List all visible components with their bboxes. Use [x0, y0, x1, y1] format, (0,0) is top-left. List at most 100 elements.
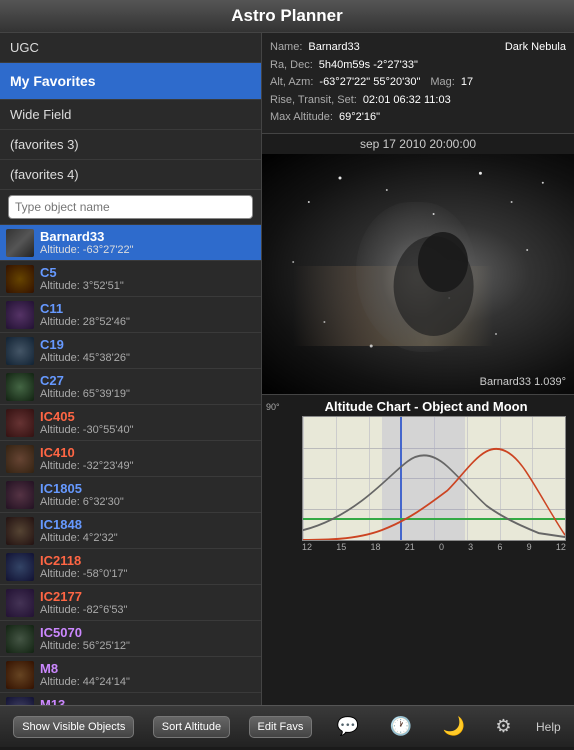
sort-altitude-button[interactable]: Sort Altitude — [153, 716, 230, 738]
object-name: C27 — [40, 373, 130, 388]
chart-curves — [303, 417, 565, 540]
sidebar-group-ugc: UGC — [0, 33, 261, 63]
edit-favs-button[interactable]: Edit Favs — [249, 716, 313, 738]
object-altitude: Altitude: 65°39'19" — [40, 388, 130, 400]
object-thumbnail — [6, 409, 34, 437]
chart-area — [302, 416, 566, 541]
object-thumbnail — [6, 373, 34, 401]
object-info: C27Altitude: 65°39'19" — [40, 373, 130, 400]
list-item[interactable]: IC2118Altitude: -58°0'17" — [0, 549, 261, 585]
list-item[interactable]: C11Altitude: 28°52'46" — [0, 297, 261, 333]
chart-x-labels: 12 15 18 21 0 3 6 9 12 — [302, 541, 566, 553]
name-value: Barnard33 — [308, 39, 359, 57]
object-thumbnail — [6, 589, 34, 617]
object-info: Barnard33Altitude: -63°27'22" — [40, 229, 134, 256]
object-info: IC410Altitude: -32°23'49" — [40, 445, 134, 472]
list-item[interactable]: IC2177Altitude: -82°6'53" — [0, 585, 261, 621]
object-thumbnail — [6, 625, 34, 653]
list-item[interactable]: C5Altitude: 3°52'51" — [0, 261, 261, 297]
list-item[interactable]: Barnard33Altitude: -63°27'22" — [0, 225, 261, 261]
object-info: IC2177Altitude: -82°6'53" — [40, 589, 127, 616]
chart-title: Altitude Chart - Object and Moon — [280, 395, 536, 416]
object-altitude: Altitude: -32°23'49" — [40, 460, 134, 472]
altazm-row: Alt, Azm: -63°27'22" 55°20'30" Mag: 17 — [270, 74, 566, 92]
object-name: C5 — [40, 265, 124, 280]
list-item[interactable]: IC1848Altitude: 4°2'32" — [0, 513, 261, 549]
object-altitude: Altitude: 3°52'51" — [40, 280, 124, 292]
object-name: C11 — [40, 301, 130, 316]
name-row: Name: Barnard33 Dark Nebula — [270, 39, 566, 57]
object-info: M13Altitude: 53°21'22" — [40, 697, 130, 705]
object-altitude: Altitude: -30°55'40" — [40, 424, 134, 436]
datetime-label: sep 17 2010 20:00:00 — [262, 134, 574, 154]
object-name: Barnard33 — [40, 229, 134, 244]
object-name: IC410 — [40, 445, 134, 460]
object-thumbnail — [6, 337, 34, 365]
chat-icon-button[interactable]: 💬 — [331, 712, 365, 741]
object-name: IC1848 — [40, 517, 118, 532]
object-thumbnail — [6, 265, 34, 293]
chart-y-label: 90° — [266, 402, 280, 412]
sidebar-item-favorites3[interactable]: (favorites 3) — [0, 130, 261, 160]
object-name: M13 — [40, 697, 130, 705]
object-thumbnail — [6, 517, 34, 545]
search-input[interactable] — [8, 195, 253, 219]
sidebar-item-my-favorites[interactable]: My Favorites — [0, 63, 261, 100]
radec-value: 5h40m59s -2°27'33" — [319, 57, 418, 75]
help-button[interactable]: Help — [536, 720, 561, 734]
object-altitude: Altitude: 44°24'14" — [40, 676, 130, 688]
object-name: IC2118 — [40, 553, 127, 568]
list-item[interactable]: IC5070Altitude: 56°25'12" — [0, 621, 261, 657]
list-item[interactable]: C27Altitude: 65°39'19" — [0, 369, 261, 405]
object-altitude: Altitude: -63°27'22" — [40, 244, 134, 256]
sidebar-item-wide-field[interactable]: Wide Field — [0, 100, 261, 130]
rise-row: Rise, Transit, Set: 02:01 06:32 11:03 — [270, 92, 566, 110]
object-thumbnail — [6, 481, 34, 509]
object-info: IC1848Altitude: 4°2'32" — [40, 517, 118, 544]
object-altitude: Altitude: 6°32'30" — [40, 496, 124, 508]
list-item[interactable]: M13Altitude: 53°21'22" — [0, 693, 261, 705]
object-thumbnail — [6, 229, 34, 257]
grid-v-8 — [565, 417, 566, 540]
stars-overlay — [262, 154, 574, 394]
type-value: Dark Nebula — [505, 39, 566, 57]
clock-icon-button[interactable]: 🕐 — [384, 712, 418, 741]
radec-label: Ra, Dec: — [270, 57, 313, 75]
object-info: IC2118Altitude: -58°0'17" — [40, 553, 127, 580]
object-name: IC5070 — [40, 625, 130, 640]
name-label: Name: — [270, 39, 302, 57]
list-item[interactable]: C19Altitude: 45°38'26" — [0, 333, 261, 369]
object-altitude: Altitude: 4°2'32" — [40, 532, 118, 544]
object-name: IC2177 — [40, 589, 127, 604]
list-item[interactable]: M8Altitude: 44°24'14" — [0, 657, 261, 693]
show-visible-button[interactable]: Show Visible Objects — [13, 716, 134, 738]
right-panel: Name: Barnard33 Dark Nebula Ra, Dec: 5h4… — [262, 33, 574, 705]
sidebar: UGC My Favorites Wide Field (favorites 3… — [0, 33, 262, 705]
mag-label: Mag: — [430, 74, 454, 92]
list-item[interactable]: IC410Altitude: -32°23'49" — [0, 441, 261, 477]
object-thumbnail — [6, 661, 34, 689]
radec-row: Ra, Dec: 5h40m59s -2°27'33" — [270, 57, 566, 75]
object-name: IC1805 — [40, 481, 124, 496]
gear-icon-button[interactable]: ⚙ — [489, 712, 517, 741]
app-header: Astro Planner — [0, 0, 574, 33]
info-panel: Name: Barnard33 Dark Nebula Ra, Dec: 5h4… — [262, 33, 574, 134]
object-name: C19 — [40, 337, 130, 352]
object-info: IC405Altitude: -30°55'40" — [40, 409, 134, 436]
image-label: Barnard33 1.039° — [480, 376, 566, 388]
object-info: IC1805Altitude: 6°32'30" — [40, 481, 124, 508]
object-name: IC405 — [40, 409, 134, 424]
object-info: C11Altitude: 28°52'46" — [40, 301, 130, 328]
object-list[interactable]: Barnard33Altitude: -63°27'22"C5Altitude:… — [0, 225, 261, 705]
search-container — [0, 190, 261, 225]
rise-value: 02:01 06:32 11:03 — [363, 92, 451, 110]
object-info: C5Altitude: 3°52'51" — [40, 265, 124, 292]
object-thumbnail — [6, 553, 34, 581]
object-info: IC5070Altitude: 56°25'12" — [40, 625, 130, 652]
app-title: Astro Planner — [231, 6, 342, 25]
astro-image: Barnard33 1.039° — [262, 154, 574, 394]
sidebar-item-favorites4[interactable]: (favorites 4) — [0, 160, 261, 190]
list-item[interactable]: IC1805Altitude: 6°32'30" — [0, 477, 261, 513]
list-item[interactable]: IC405Altitude: -30°55'40" — [0, 405, 261, 441]
moon-icon-button[interactable]: 🌙 — [437, 712, 471, 741]
